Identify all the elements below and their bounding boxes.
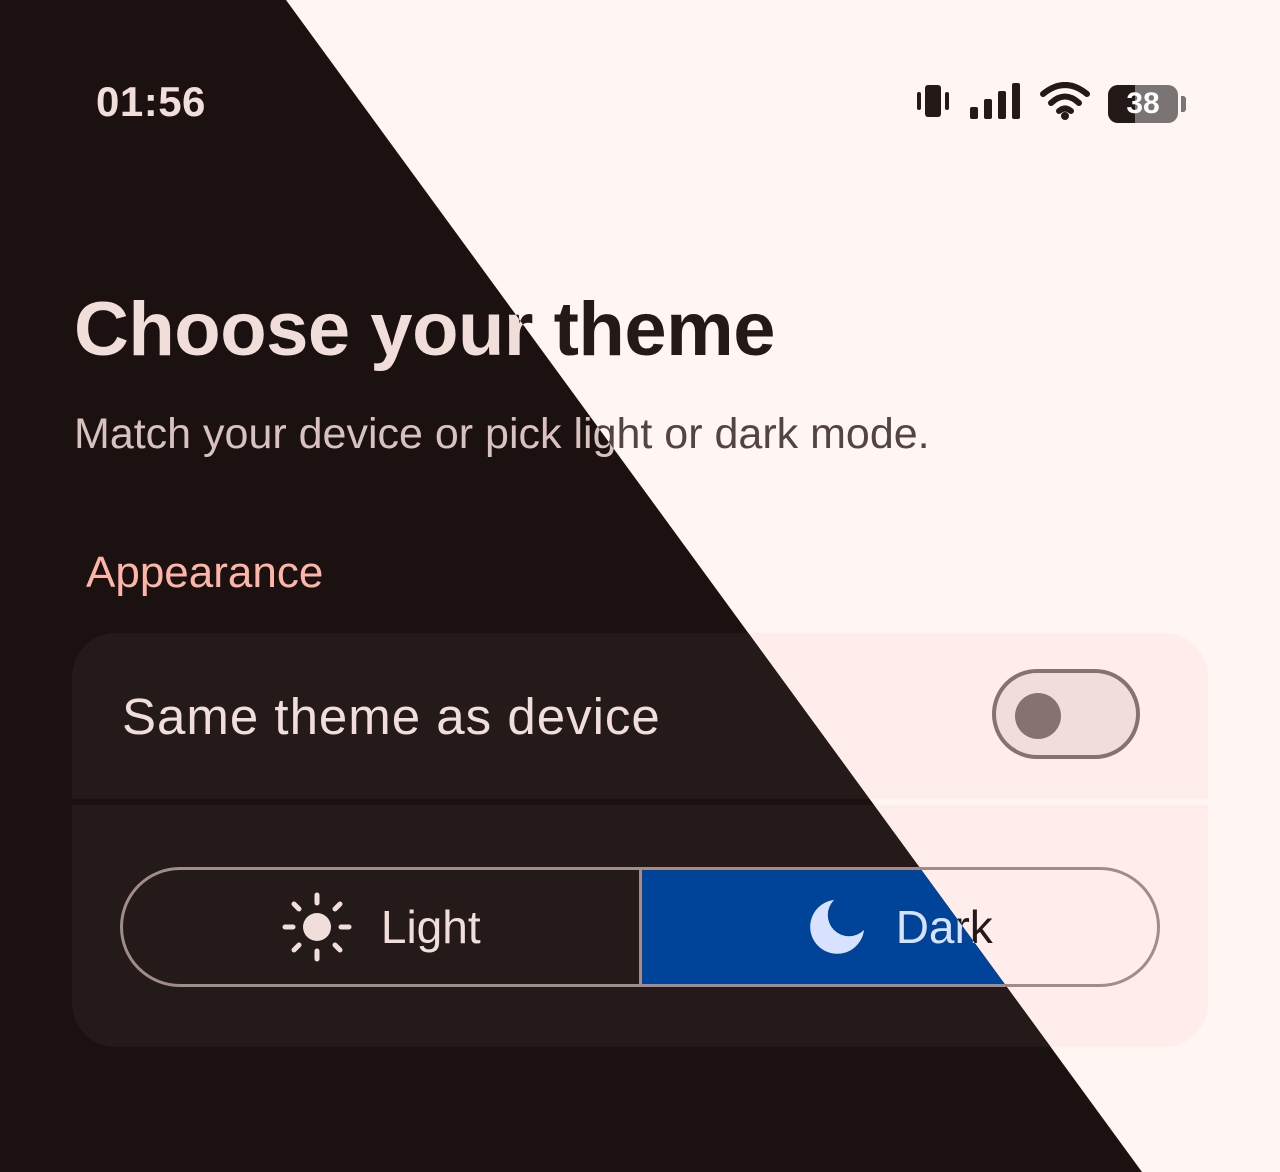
sun-icon xyxy=(281,891,353,963)
section-label-appearance: Appearance xyxy=(86,548,324,597)
status-icons: 38 xyxy=(914,82,1186,125)
switch-thumb xyxy=(1015,693,1061,739)
light-theme-label: Light xyxy=(380,901,481,953)
same-theme-switch[interactable] xyxy=(992,669,1140,759)
battery-level: 38 xyxy=(1126,86,1160,120)
status-time: 01:56 xyxy=(96,78,206,125)
light-theme-button[interactable]: Light xyxy=(123,870,642,984)
same-theme-label: Same theme as device xyxy=(122,688,661,745)
signal-icon xyxy=(970,83,1022,124)
battery-icon: 38 xyxy=(1108,84,1186,123)
wifi-icon xyxy=(1040,82,1090,125)
moon-icon xyxy=(806,896,868,958)
vibrate-icon xyxy=(914,83,952,124)
